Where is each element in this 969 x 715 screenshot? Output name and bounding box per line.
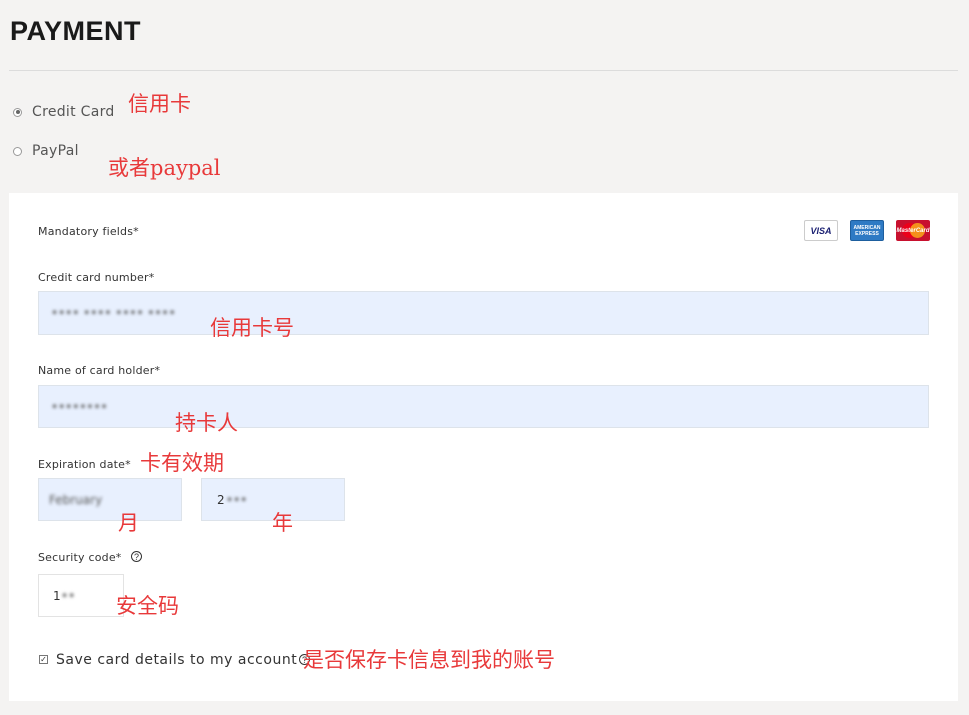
annotation-paypal: 或者paypal [108, 156, 221, 180]
annotation-card-number: 信用卡号 [210, 316, 294, 340]
annotation-year: 年 [272, 511, 293, 535]
mastercard-icon: MasterCard [896, 220, 930, 241]
card-logos: VISA AMERICAN EXPRESS MasterCard [804, 220, 930, 241]
card-holder-input[interactable]: •••••••• [38, 385, 929, 428]
payment-method-credit-card[interactable]: Credit Card [13, 104, 115, 120]
expiration-year-blur: ••• [226, 492, 248, 507]
annotation-card-holder: 持卡人 [175, 411, 238, 435]
expiration-label: Expiration date* [38, 458, 131, 471]
card-number-label: Credit card number* [38, 271, 155, 284]
credit-card-label: Credit Card [32, 104, 115, 120]
card-number-value: •••• •••• •••• •••• [51, 306, 176, 320]
card-holder-value: •••••••• [51, 399, 108, 414]
expiration-year-value: 2 [217, 492, 225, 507]
page-title: PAYMENT [10, 16, 142, 46]
save-card-label: Save card details to my account [56, 652, 298, 668]
annotation-security: 安全码 [116, 594, 179, 618]
save-card-checkbox[interactable]: ✓ [39, 655, 48, 664]
annotation-month: 月 [118, 511, 139, 535]
security-help-icon[interactable]: ? [131, 551, 142, 562]
paypal-label: PayPal [32, 143, 79, 159]
annotation-save: 是否保存卡信息到我的账号 [303, 648, 555, 672]
amex-icon: AMERICAN EXPRESS [850, 220, 884, 241]
radio-paypal[interactable] [13, 146, 22, 156]
card-holder-label: Name of card holder* [38, 364, 161, 377]
payment-method-paypal[interactable]: PayPal [13, 143, 79, 159]
annotation-credit-card: 信用卡 [128, 92, 191, 116]
security-code-value: 1 [53, 588, 61, 603]
visa-icon: VISA [804, 220, 838, 241]
radio-credit-card[interactable] [13, 107, 22, 117]
title-divider [9, 70, 958, 71]
mandatory-fields-note: Mandatory fields* [38, 225, 139, 238]
security-code-label: Security code* [38, 551, 122, 564]
card-number-input[interactable]: •••• •••• •••• •••• [38, 291, 929, 335]
expiration-month-select[interactable]: February [38, 478, 182, 521]
security-code-blur: •• [61, 588, 76, 603]
annotation-expiration: 卡有效期 [140, 451, 224, 475]
expiration-month-value: February [49, 492, 103, 507]
security-code-input[interactable]: 1 •• [38, 574, 124, 617]
